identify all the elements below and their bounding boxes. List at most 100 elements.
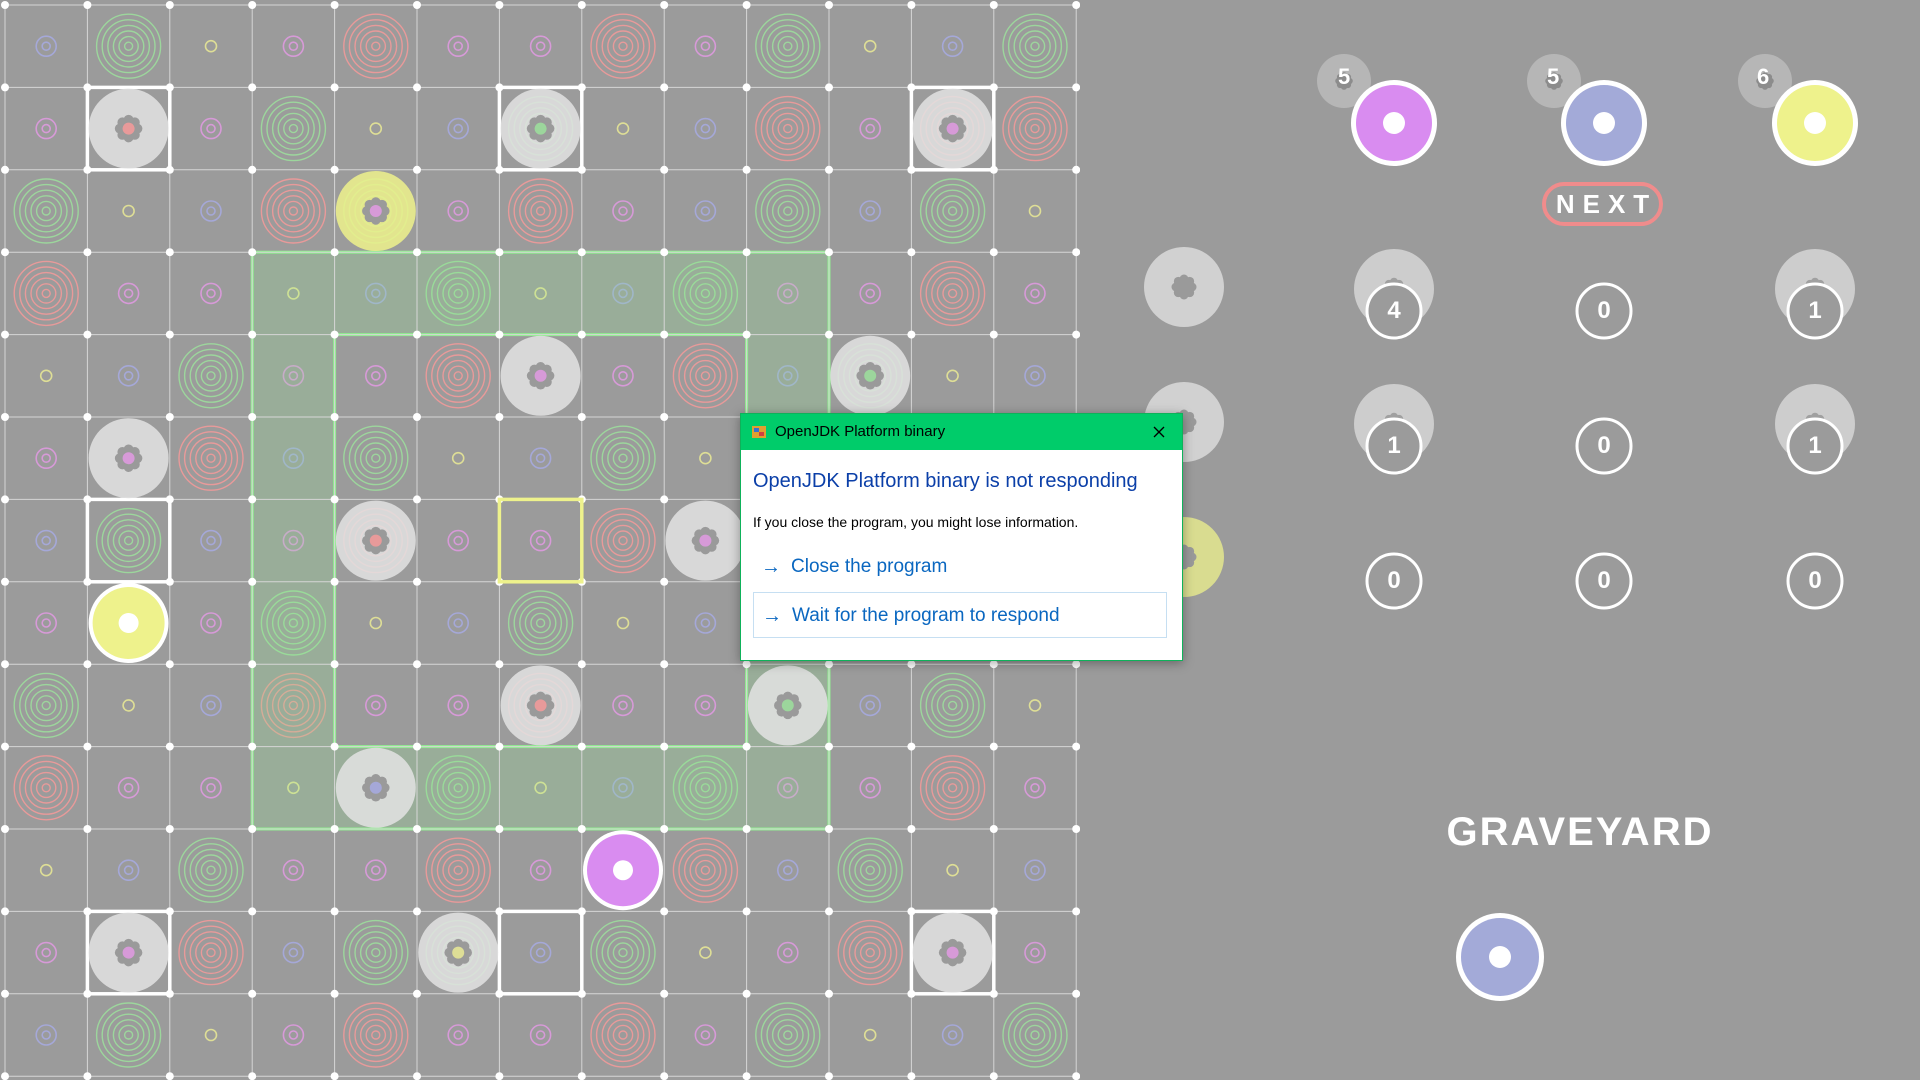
blocker-token[interactable] (500, 665, 581, 746)
board-cell[interactable] (911, 664, 994, 747)
board-cell[interactable] (829, 993, 912, 1077)
board-cell[interactable] (664, 993, 747, 1077)
board-cell[interactable] (87, 993, 170, 1077)
board-cell[interactable] (911, 334, 994, 417)
board-cell[interactable] (664, 581, 747, 665)
board-cell[interactable] (993, 334, 1077, 417)
board-cell[interactable] (581, 664, 665, 747)
board-cell[interactable] (5, 87, 88, 170)
board-cell[interactable] (417, 664, 500, 747)
board-cell[interactable] (5, 664, 88, 747)
board-cell[interactable] (5, 417, 88, 500)
board-cell[interactable] (499, 5, 582, 88)
board-cell[interactable] (664, 87, 747, 170)
board-cell[interactable] (334, 829, 417, 912)
board-cell[interactable] (993, 746, 1077, 829)
blocker-token[interactable] (912, 88, 993, 169)
board-cell[interactable] (829, 169, 912, 253)
board-cell[interactable] (169, 417, 253, 500)
board-cell[interactable] (746, 5, 829, 88)
blocker-token[interactable] (665, 500, 746, 581)
board-cell[interactable] (169, 993, 253, 1077)
board-cell[interactable] (911, 5, 994, 88)
board-cell[interactable] (993, 87, 1077, 170)
board-cell[interactable] (417, 87, 500, 170)
board-cell[interactable] (87, 746, 170, 829)
board-cell[interactable] (499, 829, 582, 912)
blocker-token[interactable] (500, 88, 581, 169)
board-cell[interactable] (252, 5, 335, 88)
board-cell[interactable] (87, 334, 170, 417)
board-cell[interactable] (746, 87, 829, 170)
board-cell[interactable] (581, 87, 665, 170)
board-cell[interactable] (334, 664, 417, 747)
wait-program-option[interactable]: → Wait for the program to respond (753, 592, 1167, 638)
board-cell[interactable] (169, 911, 253, 994)
board-cell[interactable] (993, 993, 1077, 1077)
close-program-option[interactable]: → Close the program (753, 544, 1167, 590)
board-cell[interactable] (5, 252, 88, 335)
blocker-token[interactable] (500, 335, 581, 416)
board-cell[interactable] (581, 417, 665, 500)
board-cell[interactable] (664, 334, 747, 417)
board-cell[interactable] (169, 169, 253, 253)
board-cell[interactable] (334, 993, 417, 1077)
board-cell[interactable] (5, 993, 88, 1077)
board-cell[interactable] (829, 87, 912, 170)
board-cell[interactable] (417, 993, 500, 1077)
board-cell[interactable] (5, 5, 88, 88)
board-cell[interactable] (5, 169, 88, 253)
board-cell[interactable] (169, 334, 253, 417)
board-cell[interactable] (581, 5, 665, 88)
board-cell[interactable] (581, 499, 665, 582)
board-cell[interactable] (417, 829, 500, 912)
board-cell[interactable] (993, 829, 1077, 912)
board-cell[interactable] (499, 169, 582, 253)
board-cell[interactable] (87, 499, 170, 582)
board-cell[interactable] (581, 993, 665, 1077)
board-cell[interactable] (169, 87, 253, 170)
blocker-token[interactable] (335, 747, 416, 828)
board-cell[interactable] (993, 911, 1077, 994)
board-cell[interactable] (334, 417, 417, 500)
board-cell[interactable] (911, 829, 994, 912)
blocker-token[interactable] (830, 335, 911, 416)
board-cell[interactable] (746, 993, 829, 1077)
board-cell[interactable] (664, 664, 747, 747)
board-cell[interactable] (5, 499, 88, 582)
graveyard-piece[interactable] (1456, 913, 1544, 1001)
board-cell[interactable] (334, 911, 417, 994)
board-cell[interactable] (499, 417, 582, 500)
board-cell[interactable] (252, 829, 335, 912)
board-cell[interactable] (746, 911, 829, 994)
board-cell[interactable] (5, 334, 88, 417)
board-cell[interactable] (746, 829, 829, 912)
board-cell[interactable] (829, 5, 912, 88)
board-cell[interactable] (911, 746, 994, 829)
board-cell[interactable] (417, 581, 500, 665)
board-cell[interactable] (87, 664, 170, 747)
player-1-piece[interactable] (1317, 54, 1437, 166)
board-cell[interactable] (417, 417, 500, 500)
board-cell[interactable] (334, 334, 417, 417)
board-cell[interactable] (911, 169, 994, 253)
blocker-token[interactable] (418, 912, 499, 993)
player-piece[interactable] (88, 583, 169, 663)
board-cell[interactable] (829, 746, 912, 829)
board-cell[interactable] (829, 252, 912, 335)
board-cell[interactable] (499, 911, 582, 994)
board-cell[interactable] (993, 252, 1077, 335)
board-cell[interactable] (581, 581, 665, 665)
board-cell[interactable] (252, 993, 335, 1077)
board-cell[interactable] (417, 5, 500, 88)
board-cell[interactable] (252, 169, 335, 253)
board-cell[interactable] (829, 911, 912, 994)
board-cell[interactable] (252, 87, 335, 170)
blocker-token[interactable] (88, 418, 169, 499)
board-cell[interactable] (829, 829, 912, 912)
board-cell[interactable] (5, 581, 88, 665)
board-cell[interactable] (664, 169, 747, 253)
player-3-piece[interactable] (1738, 54, 1858, 166)
board-cell[interactable] (334, 5, 417, 88)
board-cell[interactable] (169, 5, 253, 88)
